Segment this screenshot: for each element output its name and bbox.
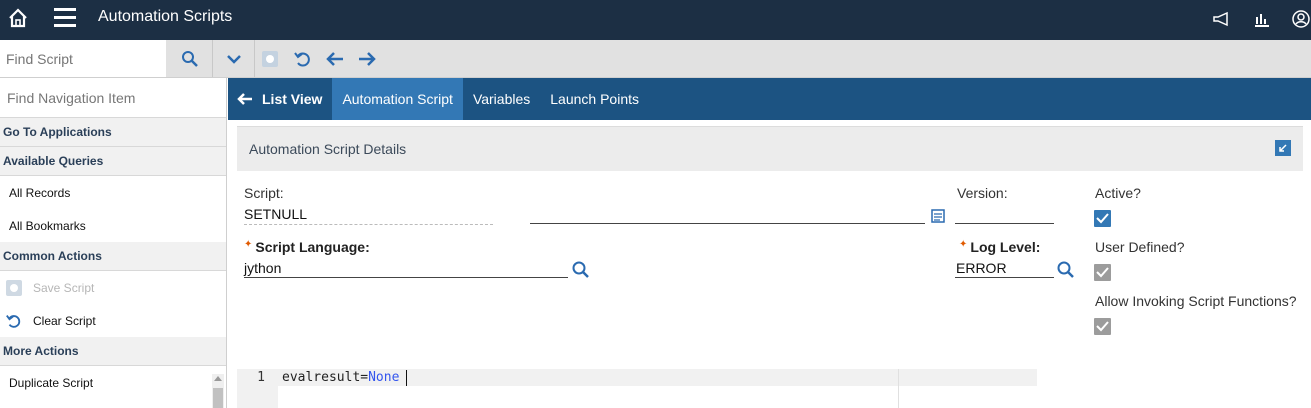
text-cursor [406,370,407,386]
top-bar: Automation Scripts [0,0,1311,40]
description-field[interactable] [530,223,925,224]
find-script-input[interactable] [0,40,166,77]
required-star-icon: ✦ [959,239,968,250]
arrow-left-icon [326,51,343,66]
available-queries-heading[interactable]: Available Queries [0,147,226,176]
tab-label: Launch Points [550,91,639,107]
save-icon [6,279,22,296]
user-defined-label: User Defined? [1095,239,1185,255]
check-icon [1096,213,1109,224]
nav-item-label: All Records [9,185,71,200]
nav-item-label: Clear Script [33,313,96,328]
save-icon [262,50,278,67]
allow-invoking-checkbox [1094,318,1111,335]
action-duplicate-script[interactable]: Duplicate Script [0,366,226,399]
version-label: Version: [957,185,1008,201]
query-all-records[interactable]: All Records [0,176,226,209]
user-profile-icon[interactable] [1291,9,1311,29]
user-defined-checkbox [1094,264,1111,281]
next-record-button[interactable] [355,40,379,77]
action-clear-script[interactable]: Clear Script [0,304,226,337]
code-keyword: None [368,370,400,385]
tab-launch-points[interactable]: Launch Points [540,78,649,120]
scroll-up-arrow-icon[interactable] [214,376,222,381]
section-header: Automation Script Details [237,126,1303,171]
previous-record-button[interactable] [323,40,347,77]
script-label: Script: [244,185,284,201]
save-toolbar-button[interactable] [258,40,282,77]
nav-item-label: All Bookmarks [9,218,86,233]
log-level-lookup-icon[interactable] [1056,260,1078,280]
collapse-section-icon[interactable] [1275,140,1291,156]
section-title: Automation Script Details [249,141,407,157]
nav-item-label: Save Script [33,280,95,295]
log-level-label: ✦ Log Level: [959,239,1041,255]
go-to-applications-heading[interactable]: Go To Applications [0,118,226,147]
script-language-lookup-icon[interactable] [571,260,593,280]
common-actions-heading[interactable]: Common Actions [0,242,226,271]
log-level-underline [955,277,1054,278]
app-title: Automation Scripts [98,8,233,25]
search-button[interactable] [168,40,212,77]
toolbar [0,40,1311,78]
active-checkbox[interactable] [1094,210,1111,227]
long-description-icon[interactable] [931,209,945,223]
find-navigation-item-input[interactable]: Find Navigation Item [0,78,226,118]
reports-icon[interactable] [1252,9,1272,29]
scrollbar-thumb[interactable] [213,388,223,408]
hamburger-menu-icon[interactable] [54,8,76,28]
code-variable: evalresult= [282,370,369,385]
version-field[interactable] [955,223,1054,224]
required-star-icon: ✦ [244,239,253,250]
arrow-right-icon [359,51,376,66]
log-level-field[interactable]: ERROR [956,260,1007,276]
search-options-dropdown[interactable] [213,40,254,77]
code-text[interactable]: evalresult=None [282,370,399,385]
tab-label: List View [262,91,323,107]
navigation-pane: Find Navigation Item Go To Applications … [0,78,227,408]
script-field[interactable]: SETNULL [244,206,307,222]
action-save-script[interactable]: Save Script [0,271,226,304]
arrow-left-icon [237,93,252,105]
editor-ruler [898,369,899,408]
script-language-underline [244,277,568,278]
search-icon [182,50,198,67]
main-content: Automation Script Details Script: SETNUL… [228,120,1311,408]
tab-label: Variables [472,91,531,107]
query-all-bookmarks[interactable]: All Bookmarks [0,209,226,242]
tab-bar: List View Automation Script Variables La… [228,78,1311,120]
allow-invoking-label: Allow Invoking Script Functions? [1095,293,1297,309]
chevron-down-icon [226,54,241,64]
tab-list-view[interactable]: List View [228,78,332,120]
check-icon [1096,321,1109,332]
script-code-editor[interactable]: 1 evalresult=None [237,369,1037,408]
script-field-underline [244,224,493,225]
home-icon[interactable] [7,7,29,29]
tab-variables[interactable]: Variables [463,78,540,120]
tab-automation-script[interactable]: Automation Script [332,78,463,120]
tab-label: Automation Script [342,91,453,107]
nav-item-label: Duplicate Script [9,375,94,390]
active-label: Active? [1095,185,1141,201]
undo-icon [6,314,21,328]
announcement-icon[interactable] [1212,9,1232,29]
script-language-field[interactable]: jython [244,260,281,276]
clear-changes-button[interactable] [291,40,315,77]
script-language-label: ✦ Script Language: [244,239,370,255]
line-number: 1 [257,370,265,385]
check-icon [1096,267,1109,278]
more-actions-heading[interactable]: More Actions [0,337,226,366]
undo-icon [294,51,310,66]
